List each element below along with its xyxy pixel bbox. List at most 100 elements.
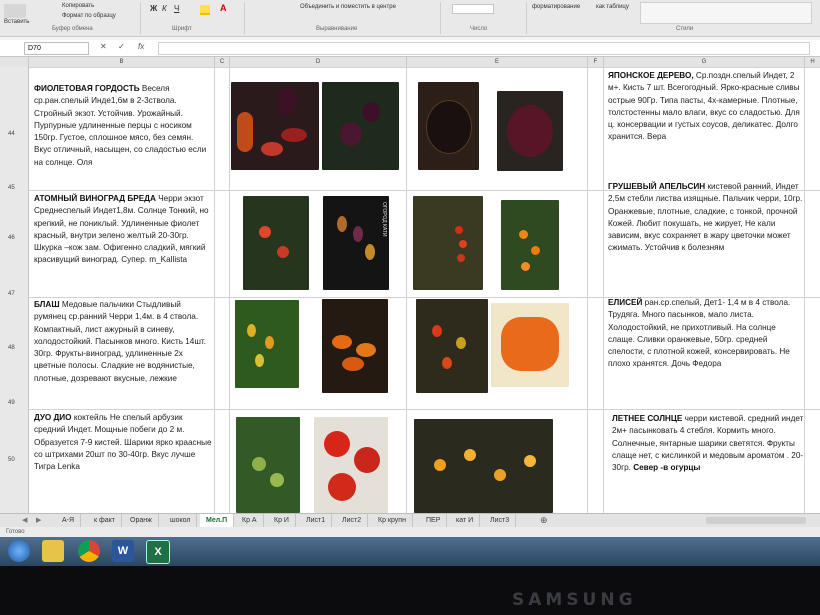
row-number[interactable]: 47	[8, 291, 15, 297]
sheet-tab[interactable]: Лист3	[484, 514, 517, 527]
sheet-tab[interactable]: Кр И	[268, 514, 296, 527]
gridline	[603, 67, 604, 513]
alignment-group-label: Выравнивание	[316, 26, 358, 32]
format-painter-button[interactable]: Формат по образцу	[62, 13, 116, 19]
variety-name: ГРУШЕВЫЙ АПЕЛЬСИН	[608, 182, 706, 191]
variety-description-cell[interactable]: ЕЛИСЕЙ ран.ср.спелый, Дет1- 1,4 м в 4 ст…	[608, 297, 803, 407]
sheet-tab[interactable]: Оранж	[124, 514, 159, 527]
variety-text: Черри экзот Среднеспелый Индет1,8м. Солн…	[34, 194, 209, 265]
variety-name: ФИОЛЕТОВАЯ ГОРДОСТЬ	[34, 84, 140, 93]
row-number[interactable]: 44	[8, 131, 15, 137]
tomato-photo[interactable]	[491, 303, 569, 387]
sheet-tab[interactable]: Кр крупн	[372, 514, 413, 527]
horizontal-scrollbar[interactable]	[706, 517, 806, 524]
worksheet-grid[interactable]: 44 45 46 47 48 49 50 ФИОЛЕТОВАЯ ГОРДОСТЬ…	[0, 67, 820, 513]
scroll-tabs-right-icon[interactable]: ▶	[30, 514, 47, 527]
tomato-photo[interactable]	[236, 417, 300, 513]
monitor-brand-logo: SAMSUNG	[512, 590, 637, 610]
ribbon-divider	[140, 2, 141, 34]
excel-icon[interactable]: X	[146, 540, 170, 564]
windows-taskbar: W X	[0, 537, 820, 566]
paste-button[interactable]: Вставить	[4, 19, 29, 25]
variety-note: Север -в огурцы	[633, 463, 701, 473]
clipboard-group-label: Буфер обмена	[52, 26, 93, 32]
sheet-tab[interactable]: Лист2	[336, 514, 369, 527]
fill-color-icon[interactable]	[200, 5, 210, 15]
merge-center-button[interactable]: Объединить и поместить в центре	[300, 4, 396, 10]
format-as-table-button[interactable]: как таблицу	[596, 4, 629, 10]
gridline	[29, 67, 820, 68]
tomato-photo[interactable]	[314, 417, 388, 513]
variety-description-cell[interactable]: ДУО ДИО коктейль Не спелый арбузик средн…	[34, 412, 212, 512]
variety-description-cell[interactable]: АТОМНЫЙ ВИНОГРАД БРЕДА Черри экзот Средн…	[34, 193, 212, 293]
variety-name: ДУО ДИО	[34, 413, 72, 422]
tomato-photo[interactable]	[413, 196, 483, 290]
tomato-photo[interactable]	[322, 82, 399, 170]
cancel-icon[interactable]: ✕	[100, 42, 107, 51]
variety-name: АТОМНЫЙ ВИНОГРАД БРЕДА	[34, 194, 156, 203]
variety-text: кистевой ранний, Индет 2,5м стебли листв…	[608, 182, 803, 253]
file-explorer-icon[interactable]	[42, 540, 64, 562]
chrome-icon[interactable]	[78, 540, 100, 562]
variety-text: Медовые пальчики Стыдливый румянец ср.ра…	[34, 300, 207, 383]
sheet-tab[interactable]: ПЕР	[420, 514, 448, 527]
variety-description-cell[interactable]: ЯПОНСКОЕ ДЕРЕВО, Ср.поздн.спелый Индет, …	[608, 70, 803, 182]
paste-icon[interactable]	[4, 4, 26, 18]
bold-button[interactable]: Ж	[150, 4, 157, 13]
variety-text: Веселя ср.ран.спелый Инде1,6м в 2-3ствол…	[34, 84, 207, 167]
font-group-label: Шрифт	[172, 26, 192, 32]
variety-text: Ср.поздн.спелый Индет, 2 м+. Кисть 7 шт.…	[608, 71, 800, 142]
number-format-select[interactable]	[452, 4, 494, 14]
gridline	[804, 67, 805, 513]
tomato-photo[interactable]	[235, 300, 299, 388]
ribbon-divider	[526, 2, 527, 34]
variety-name: ЕЛИСЕЙ	[608, 298, 643, 307]
italic-button[interactable]: К	[162, 4, 167, 13]
new-sheet-icon[interactable]: ⊕	[534, 514, 554, 527]
copy-button[interactable]: Копировать	[62, 3, 94, 9]
sheet-tab[interactable]: Лист1	[300, 514, 333, 527]
tomato-photo[interactable]	[418, 82, 479, 170]
variety-name: ЯПОНСКОЕ ДЕРЕВО,	[608, 71, 694, 80]
number-group-label: Число	[470, 26, 488, 32]
variety-description-cell[interactable]: ГРУШЕВЫЙ АПЕЛЬСИН кистевой ранний, Индет…	[608, 181, 803, 293]
tomato-photo[interactable]	[414, 419, 553, 513]
font-color-icon[interactable]: A	[220, 3, 227, 13]
row-number[interactable]: 50	[8, 457, 15, 463]
tomato-photo[interactable]	[322, 299, 388, 393]
word-icon[interactable]: W	[112, 540, 134, 562]
tomato-photo[interactable]	[497, 91, 563, 171]
sheet-tab[interactable]: А-Я	[56, 514, 82, 527]
formula-input[interactable]	[158, 42, 810, 55]
gridline	[214, 67, 215, 513]
enter-icon[interactable]: ✓	[118, 42, 125, 51]
gridline	[587, 67, 588, 513]
name-box[interactable]: D70	[24, 42, 89, 55]
tomato-photo[interactable]	[231, 82, 319, 170]
variety-text: ран.ср.спелый, Дет1- 1,4 м в 4 ствола. Т…	[608, 298, 791, 369]
underline-button[interactable]: Ч	[174, 4, 179, 13]
ribbon-divider	[244, 2, 245, 34]
status-bar: Готово	[0, 527, 820, 537]
cell-styles-gallery[interactable]	[640, 2, 812, 24]
start-button-icon[interactable]	[8, 540, 30, 562]
row-number[interactable]: 45	[8, 185, 15, 191]
sheet-tab[interactable]: Кр А	[236, 514, 264, 527]
styles-group-label: Стили	[676, 26, 694, 32]
insert-function-icon[interactable]: fx	[138, 42, 144, 51]
tomato-photo[interactable]	[501, 200, 559, 290]
row-number[interactable]: 46	[8, 235, 15, 241]
sheet-tab[interactable]: к факт	[88, 514, 123, 527]
tomato-photo[interactable]	[416, 299, 488, 393]
variety-description-cell[interactable]: БЛАШ Медовые пальчики Стыдливый румянец …	[34, 299, 212, 407]
row-number[interactable]: 49	[8, 400, 15, 406]
sheet-tab[interactable]: шокол	[164, 514, 198, 527]
photo-watermark: ОГОРОД КАТИ	[381, 202, 387, 237]
tomato-photo[interactable]	[243, 196, 309, 290]
row-number[interactable]: 48	[8, 345, 15, 351]
conditional-format-button[interactable]: форматирование	[532, 4, 580, 10]
variety-description-cell[interactable]: ФИОЛЕТОВАЯ ГОРДОСТЬ Веселя ср.ран.спелый…	[34, 83, 212, 183]
variety-description-cell[interactable]: ЛЕТНЕЕ СОЛНЦЕ черри кистевой. средний ин…	[612, 413, 804, 511]
tomato-photo[interactable]: ОГОРОД КАТИ	[323, 196, 389, 290]
sheet-tab[interactable]: кат И	[450, 514, 481, 527]
